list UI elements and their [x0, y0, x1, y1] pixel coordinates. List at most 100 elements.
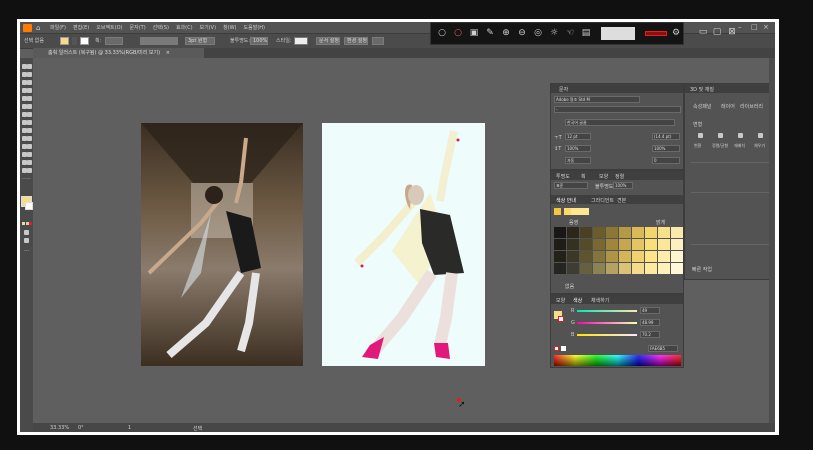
free-transform-tool-icon[interactable] — [27, 120, 32, 125]
document-setup-button[interactable]: 문서 설정 — [316, 37, 340, 45]
vertical-scrollbar[interactable] — [769, 58, 775, 423]
hand-pointer-icon[interactable]: ☜ — [565, 28, 575, 38]
swatch-cell[interactable] — [619, 227, 631, 238]
variable-width-profile[interactable] — [140, 37, 178, 45]
b-value-field[interactable]: 70.2 — [640, 331, 660, 338]
fill-swatch[interactable] — [60, 37, 69, 45]
swatch-cell[interactable] — [567, 227, 579, 238]
close-tab-icon[interactable]: × — [166, 50, 170, 56]
vertical-scale-field[interactable]: 100% — [565, 145, 591, 152]
swatch-cell[interactable] — [619, 263, 631, 274]
tab-gradient[interactable]: 그라디언트 — [591, 197, 614, 204]
zoom-out-icon[interactable]: ⊖ — [517, 28, 527, 38]
menu-window[interactable]: 창(W) — [223, 24, 236, 31]
swatch-cell[interactable] — [567, 251, 579, 262]
artboard-number[interactable]: 1 — [128, 425, 131, 431]
swatch-cell[interactable] — [619, 251, 631, 262]
font-size-field[interactable]: 12 pt — [565, 133, 591, 140]
tab-libraries[interactable]: 라이브러리 — [740, 103, 763, 110]
scale-tool-icon[interactable] — [27, 112, 32, 117]
swatch-cell[interactable] — [645, 239, 657, 250]
gradient-tool-icon[interactable] — [27, 136, 32, 141]
rearrange-icon[interactable] — [738, 133, 743, 138]
zoom-in-icon[interactable]: ⊕ — [501, 28, 511, 38]
swatch-cell[interactable] — [632, 227, 644, 238]
recorder-settings-icon[interactable]: ⚙ — [671, 28, 681, 38]
curvature-tool-icon[interactable] — [27, 80, 32, 85]
swatch-cell[interactable] — [593, 251, 605, 262]
zoom-level[interactable]: 33.33% — [50, 425, 69, 431]
color-stroke-preview[interactable] — [558, 316, 564, 322]
swatch-cell[interactable] — [671, 239, 683, 250]
more-tools-icon[interactable]: ··· — [24, 248, 30, 255]
swatch-cell[interactable] — [632, 239, 644, 250]
swatch-cell[interactable] — [658, 251, 670, 262]
swatch-cell[interactable] — [671, 263, 683, 274]
close-window-icon[interactable]: × — [763, 23, 769, 31]
r-value-field[interactable]: 49 — [640, 307, 660, 314]
pen-annotate-icon[interactable]: ✎ — [485, 28, 495, 38]
swatch-cell[interactable] — [658, 263, 670, 274]
blend-mode-select[interactable]: 표준 — [554, 182, 588, 189]
brush-definition[interactable]: 3pt 원형 — [185, 37, 215, 45]
document-tab[interactable]: 춤춰 일러스트 (복구됨) @ 33.33%(RGB/미리 보기) × — [33, 48, 204, 58]
tab-appearance[interactable]: 모양 — [599, 173, 608, 180]
graphic-style-swatch[interactable] — [294, 37, 308, 45]
swatch-cell[interactable] — [671, 251, 683, 262]
swatch-cell[interactable] — [580, 227, 592, 238]
opacity-field[interactable]: 100% — [250, 37, 268, 45]
language-select[interactable]: 한국어 글꼴 — [565, 119, 675, 126]
harmony-swatch-2[interactable] — [571, 208, 589, 215]
rotation-angle[interactable]: 0° — [78, 425, 84, 431]
stroke-swatch[interactable] — [80, 37, 89, 45]
spotlight-icon[interactable]: ☼ — [549, 28, 559, 38]
swatch-cell[interactable] — [580, 251, 592, 262]
transform-icon[interactable] — [698, 133, 703, 138]
screen-mode-icon[interactable] — [24, 238, 29, 243]
swatch-cell[interactable] — [632, 263, 644, 274]
swatch-cell[interactable] — [580, 263, 592, 274]
transparency-opacity-field[interactable]: 100% — [613, 182, 633, 189]
fill-dropdown-icon[interactable] — [72, 37, 77, 45]
none-mode-icon[interactable] — [29, 222, 32, 225]
window-restore-icon[interactable]: ▢ — [712, 27, 722, 37]
base-color-swatch[interactable] — [554, 208, 561, 215]
menu-effect[interactable]: 효과(C) — [176, 24, 193, 31]
r-slider[interactable] — [577, 310, 637, 312]
menu-type[interactable]: 문자(T) — [130, 24, 146, 31]
preferences-button[interactable]: 환경 설정 — [344, 37, 368, 45]
swatch-cell[interactable] — [671, 227, 683, 238]
menu-select[interactable]: 선택(S) — [153, 24, 169, 31]
zoom-tool-icon[interactable] — [27, 168, 32, 173]
tab-layers[interactable]: 레이어 — [721, 103, 735, 110]
menu-object[interactable]: 오브젝트(O) — [96, 24, 122, 31]
kerning-field[interactable]: 0 — [652, 157, 680, 164]
line-tool-icon[interactable] — [27, 88, 32, 93]
perspective-grid-tool-icon[interactable] — [27, 128, 32, 133]
stroke-color-box[interactable] — [25, 202, 33, 210]
note-icon[interactable]: ▣ — [469, 28, 479, 38]
blend-tool-icon[interactable] — [27, 144, 32, 149]
swatch-cell[interactable] — [606, 239, 618, 250]
hex-field[interactable]: FAE6B5 — [648, 345, 678, 352]
swatch-cell[interactable] — [606, 227, 618, 238]
swatch-cell[interactable] — [593, 263, 605, 274]
swatch-cell[interactable] — [658, 239, 670, 250]
swatch-cell[interactable] — [554, 263, 566, 274]
swatch-cell[interactable] — [580, 239, 592, 250]
tab-stroke[interactable]: 획 — [581, 173, 586, 180]
swatch-cell[interactable] — [658, 227, 670, 238]
align-icon[interactable] — [718, 133, 723, 138]
swatch-cell[interactable] — [567, 263, 579, 274]
tab-properties[interactable]: 속성패널 — [693, 103, 711, 110]
swatch-cell[interactable] — [593, 239, 605, 250]
minimize-icon[interactable]: – — [738, 23, 742, 31]
column-graph-tool-icon[interactable] — [27, 152, 32, 157]
color-mode-icon[interactable] — [22, 222, 25, 225]
tab-color-guide[interactable]: 색상 안내 — [556, 197, 576, 204]
window-tile-icon[interactable]: ▭ — [698, 27, 708, 37]
paintbrush-tool-icon[interactable] — [27, 96, 32, 101]
draw-mode-icon[interactable] — [24, 230, 29, 235]
eraser-tool-icon[interactable] — [27, 104, 32, 109]
lasso-tool-icon[interactable] — [27, 72, 32, 77]
